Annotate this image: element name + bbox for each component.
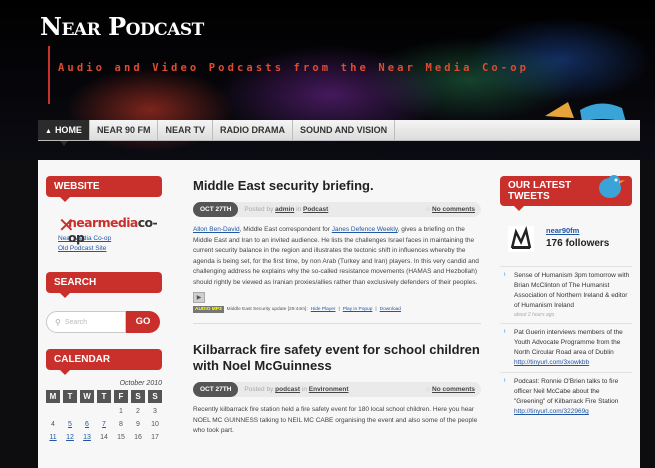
download-link[interactable]: Download [380, 307, 401, 312]
post-comments-link[interactable]: ◌ No comments [426, 382, 475, 397]
tweet-list: ᵗ Sense of Humanism 3pm tomorrow with Br… [500, 266, 632, 421]
calendar-weekday: M [46, 390, 60, 403]
link-old-podcast-site[interactable]: Old Podcast Site [58, 244, 162, 254]
tweet-bird-icon: ᵗ [504, 328, 506, 337]
nav-active-pointer [60, 141, 68, 146]
nav-near-90-fm[interactable]: NEAR 90 FM [90, 120, 159, 140]
post-author-link[interactable]: podcast [275, 386, 300, 393]
post-list: Middle East security briefing. OCT 27TH … [193, 178, 481, 437]
near-media-coop-logo[interactable]: ✕ nearmediaco-op [46, 211, 162, 245]
tweet-bird-icon: ᵗ [504, 271, 506, 280]
near90fm-avatar[interactable] [508, 226, 534, 252]
post-category-link[interactable]: Podcast [303, 206, 328, 213]
calendar-weekday: T [63, 390, 77, 403]
calendar-weekday: F [114, 390, 128, 403]
tweet: ᵗ Podcast: Ronnie O'Brien talks to fire … [500, 372, 632, 421]
calendar-weekday: S [148, 390, 162, 403]
nav-sound-and-vision[interactable]: SOUND AND VISION [293, 120, 396, 140]
main-content: WEBSITE ✕ nearmediaco-op Near Media Co-o… [38, 160, 640, 468]
post: Kilbarrack fire safety event for school … [193, 342, 481, 437]
audio-download-line: AUDIO MP3 Middle East Security update [2… [193, 306, 401, 313]
home-arrow-icon: ▲ [45, 128, 52, 135]
calendar-grid: M T W T F S S 1 2 3 4 5 6 7 8 9 10 11 12 13 14 15 16 17 [46, 390, 162, 442]
tweet-link[interactable]: http://tinyurl.com/3xowkbb [514, 359, 589, 366]
play-icon: ▶ [196, 295, 202, 301]
post-comments-link[interactable]: ◌ No comments [426, 202, 475, 217]
left-sidebar: WEBSITE ✕ nearmediaco-op Near Media Co-o… [46, 176, 162, 442]
calendar-day: 1 [119, 408, 123, 415]
post-body: Recently kilbarrack fire station held a … [193, 406, 478, 434]
comment-icon: ◌ [426, 206, 431, 213]
tagline-divider [48, 46, 50, 104]
twitter-bird-icon [599, 175, 625, 198]
main-navigation: ▲ HOME NEAR 90 FM NEAR TV RADIO DRAMA SOU… [38, 120, 640, 141]
calendar-month: October 2010 [119, 380, 162, 387]
calendar-day[interactable]: 13 [80, 433, 94, 442]
body-link-allon-ben-david[interactable]: Allon Ben-David [193, 226, 240, 233]
post-date: OCT 27TH [193, 202, 239, 217]
calendar-day: 16 [134, 434, 142, 441]
calendar-day: 10 [151, 421, 159, 428]
calendar-day[interactable]: 11 [46, 433, 60, 442]
website-widget-title: WEBSITE [46, 176, 162, 202]
search-input[interactable]: ⚲ Search [46, 311, 126, 333]
hide-player-link[interactable]: Hide Player [311, 307, 336, 312]
post-meta: OCT 27TH Posted by admin in Podcast ◌ No … [193, 202, 481, 217]
twitter-followers: 176 followers [546, 238, 610, 249]
search-icon: ⚲ [55, 317, 61, 327]
post-date: OCT 27TH [193, 382, 239, 397]
calendar-day: 3 [153, 408, 157, 415]
audio-mp3-badge: AUDIO MP3 [193, 306, 224, 313]
calendar-day[interactable]: 7 [97, 420, 111, 429]
play-in-popup-link[interactable]: Play in Popup [343, 307, 373, 312]
calendar-day: 14 [100, 434, 108, 441]
calendar-day[interactable]: 6 [80, 420, 94, 429]
calendar-day[interactable]: 12 [63, 433, 77, 442]
search-form: ⚲ Search GO [46, 311, 162, 333]
search-go-button[interactable]: GO [126, 311, 160, 333]
post-title[interactable]: Middle East security briefing. [193, 178, 481, 194]
right-sidebar: OUR LATEST TWEETS near90fm 176 followers… [500, 175, 632, 415]
calendar-weekday: W [80, 390, 94, 403]
post-divider [193, 323, 481, 324]
calendar-day [97, 407, 111, 416]
tweet-time[interactable]: about 2 hours ago [514, 311, 632, 319]
calendar-weekday: S [131, 390, 145, 403]
body-link-janes-defence[interactable]: Janes Defence Weekly [332, 226, 398, 233]
post-body: Allon Ben-David, Middle East corresponde… [193, 226, 479, 286]
calendar-day: 15 [117, 434, 125, 441]
nav-radio-drama[interactable]: RADIO DRAMA [213, 120, 293, 140]
tweet: ᵗ Pat Guerin interviews members of the Y… [500, 323, 632, 372]
calendar-day: 9 [136, 421, 140, 428]
tweet-link[interactable]: http://tinyurl.com/322969g [514, 408, 589, 415]
calendar-day[interactable]: 5 [63, 420, 77, 429]
comment-icon: ◌ [426, 386, 431, 393]
calendar-day: 17 [151, 434, 159, 441]
calendar-day [80, 407, 94, 416]
nav-home[interactable]: ▲ HOME [38, 120, 90, 140]
calendar-day: 8 [119, 421, 123, 428]
tweet: ᵗ Sense of Humanism 3pm tomorrow with Br… [500, 266, 632, 323]
tweet-bird-icon: ᵗ [504, 377, 506, 386]
calendar-day: 4 [51, 421, 55, 428]
post-meta: OCT 27TH Posted by podcast in Environmen… [193, 382, 481, 397]
calendar-day [63, 407, 77, 416]
post-category-link[interactable]: Environment [309, 386, 349, 393]
site-title[interactable]: Near Podcast [40, 12, 204, 41]
nav-near-tv[interactable]: NEAR TV [158, 120, 213, 140]
calendar-day: 2 [136, 408, 140, 415]
audio-play-button[interactable]: ▶ [193, 292, 205, 303]
post-author-link[interactable]: admin [275, 206, 294, 213]
post: Middle East security briefing. OCT 27TH … [193, 178, 481, 324]
search-widget-title: SEARCH [46, 272, 162, 298]
calendar-day [46, 407, 60, 416]
calendar-widget-title: CALENDAR [46, 349, 162, 375]
calendar-weekday: T [97, 390, 111, 403]
twitter-username-link[interactable]: near90fm [546, 226, 579, 235]
post-title[interactable]: Kilbarrack fire safety event for school … [193, 342, 481, 374]
site-tagline: Audio and Video Podcasts from the Near M… [58, 62, 530, 74]
